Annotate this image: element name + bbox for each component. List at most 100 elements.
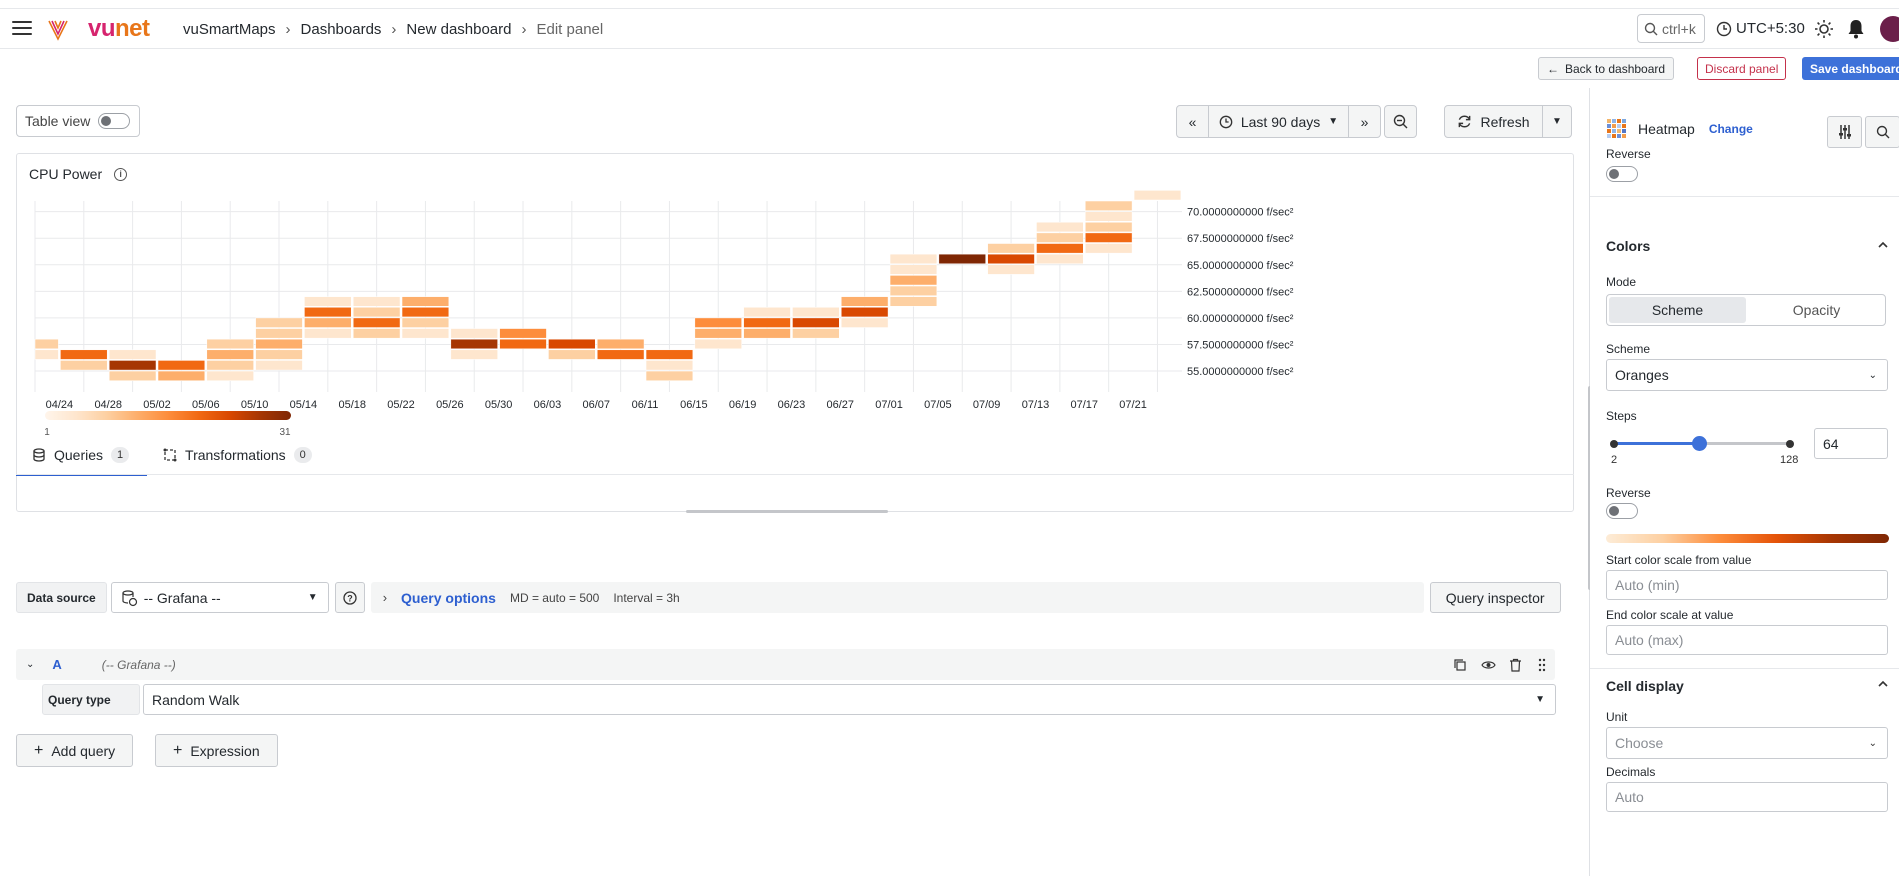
options-toggle-button[interactable] — [1827, 116, 1862, 148]
heatmap-cell[interactable] — [548, 338, 596, 350]
heatmap-cell[interactable] — [157, 360, 206, 371]
heatmap-cell[interactable] — [645, 360, 694, 371]
steps-input[interactable]: 64 — [1814, 428, 1888, 459]
heatmap-cell[interactable] — [596, 338, 645, 350]
heatmap-cell[interactable] — [255, 328, 303, 339]
heatmap-cell[interactable] — [499, 328, 547, 339]
save-dashboard-button[interactable]: Save dashboard — [1802, 57, 1899, 80]
tab-transformations[interactable]: Transformations 0 — [147, 444, 330, 474]
heatmap-cell[interactable] — [1036, 222, 1084, 233]
add-query-button[interactable]: + Add query — [16, 734, 134, 767]
steps-slider-thumb[interactable] — [1691, 436, 1707, 451]
refresh-interval-dropdown[interactable]: ▼ — [1543, 106, 1571, 137]
heatmap-cell[interactable] — [255, 317, 303, 328]
heatmap-cell[interactable] — [206, 338, 254, 350]
heatmap-cell[interactable] — [1085, 232, 1133, 243]
theme-sun-icon[interactable] — [1814, 19, 1834, 39]
heatmap-cell[interactable] — [1133, 190, 1182, 201]
user-avatar[interactable] — [1880, 16, 1899, 42]
query-options-bar[interactable]: › Query options MD = auto = 500 Interval… — [370, 582, 1424, 613]
table-view-switch[interactable] — [98, 113, 131, 129]
data-source-help-button[interactable]: ? — [334, 582, 365, 613]
menu-icon[interactable] — [12, 21, 32, 37]
heatmap-cell[interactable] — [304, 296, 352, 307]
heatmap-cell[interactable] — [304, 328, 352, 339]
heatmap-cell[interactable] — [206, 370, 254, 381]
heatmap-cell[interactable] — [352, 317, 401, 328]
heatmap-cell[interactable] — [889, 253, 938, 265]
heatmap-cell[interactable] — [255, 338, 303, 350]
heatmap-cell[interactable] — [694, 328, 742, 339]
heatmap-cell[interactable] — [352, 328, 401, 339]
heatmap-cell[interactable] — [450, 338, 498, 350]
heatmap-cell[interactable] — [841, 296, 889, 307]
heatmap-cell[interactable] — [1036, 253, 1084, 265]
heatmap-cell[interactable] — [743, 328, 791, 339]
drag-handle-icon[interactable] — [1537, 658, 1547, 672]
heatmap-cell[interactable] — [743, 317, 791, 328]
change-visualization-link[interactable]: Change — [1709, 122, 1753, 136]
heatmap-cell[interactable] — [1085, 222, 1133, 233]
heatmap-cell[interactable] — [34, 349, 59, 360]
reverse-top-toggle[interactable] — [1606, 166, 1638, 182]
heatmap-cell[interactable] — [304, 317, 352, 328]
reverse-toggle[interactable] — [1606, 503, 1638, 519]
eye-icon[interactable] — [1481, 658, 1496, 672]
heatmap-cell[interactable] — [889, 275, 938, 286]
heatmap-cell[interactable] — [401, 328, 450, 339]
scheme-select[interactable]: Oranges ⌄ — [1606, 359, 1888, 391]
heatmap-cell[interactable] — [645, 370, 694, 381]
heatmap-cell[interactable] — [694, 338, 742, 350]
colors-section-title[interactable]: Colors — [1606, 238, 1650, 254]
heatmap-cell[interactable] — [60, 349, 108, 360]
heatmap-cell[interactable] — [1036, 232, 1084, 243]
breadcrumb-item-dashboards[interactable]: Dashboards — [301, 21, 382, 38]
heatmap-cell[interactable] — [450, 349, 498, 360]
back-to-dashboard-button[interactable]: ← Back to dashboard — [1538, 57, 1675, 80]
heatmap-cell[interactable] — [841, 317, 889, 328]
heatmap-cell[interactable] — [352, 296, 401, 307]
heatmap-cell[interactable] — [987, 243, 1035, 254]
bell-icon[interactable] — [1846, 18, 1866, 40]
start-color-input[interactable]: Auto (min) — [1606, 570, 1888, 600]
heatmap-cell[interactable] — [743, 307, 791, 318]
heatmap-cell[interactable] — [450, 328, 498, 339]
zoom-out-button[interactable] — [1385, 106, 1416, 137]
time-range-button[interactable]: Last 90 days ▼ — [1209, 106, 1349, 137]
horizontal-resize-handle[interactable] — [686, 510, 888, 513]
chevron-down-icon[interactable]: ⌄ — [26, 659, 34, 670]
heatmap-cell[interactable] — [1085, 243, 1133, 254]
breadcrumb-item-new-dashboard[interactable]: New dashboard — [406, 21, 511, 38]
end-color-input[interactable]: Auto (max) — [1606, 625, 1888, 655]
unit-select[interactable]: Choose ⌄ — [1606, 727, 1888, 759]
heatmap-cell[interactable] — [1085, 211, 1133, 222]
refresh-button[interactable]: Refresh — [1445, 106, 1543, 137]
heatmap-cell[interactable] — [255, 360, 303, 371]
heatmap-cell[interactable] — [34, 338, 59, 350]
heatmap-cell[interactable] — [401, 317, 450, 328]
heatmap-cell[interactable] — [401, 307, 450, 318]
trash-icon[interactable] — [1509, 658, 1522, 672]
heatmap-cell[interactable] — [499, 338, 547, 350]
heatmap-cell[interactable] — [255, 349, 303, 360]
heatmap-cell[interactable] — [206, 349, 254, 360]
query-row-header[interactable]: ⌄ A (-- Grafana --) — [16, 649, 1555, 680]
heatmap-cell[interactable] — [889, 264, 938, 275]
time-shift-back-button[interactable]: « — [1177, 106, 1209, 137]
heatmap-cell[interactable] — [108, 360, 157, 371]
heatmap-cell[interactable] — [548, 349, 596, 360]
heatmap-cell[interactable] — [694, 317, 742, 328]
heatmap-cell[interactable] — [987, 253, 1035, 265]
heatmap-cell[interactable] — [889, 296, 938, 307]
heatmap-cell[interactable] — [206, 360, 254, 371]
heatmap-cell[interactable] — [792, 317, 840, 328]
query-ref-id[interactable]: A — [52, 657, 61, 672]
heatmap-cell[interactable] — [108, 370, 157, 381]
options-search-button[interactable] — [1865, 116, 1899, 148]
add-expression-button[interactable]: + Expression — [155, 734, 278, 767]
heatmap-cell[interactable] — [1085, 200, 1133, 211]
discard-panel-button[interactable]: Discard panel — [1697, 57, 1787, 80]
heatmap-cell[interactable] — [304, 307, 352, 318]
table-view-toggle[interactable]: Table view — [16, 105, 140, 137]
heatmap-cell[interactable] — [108, 349, 157, 360]
